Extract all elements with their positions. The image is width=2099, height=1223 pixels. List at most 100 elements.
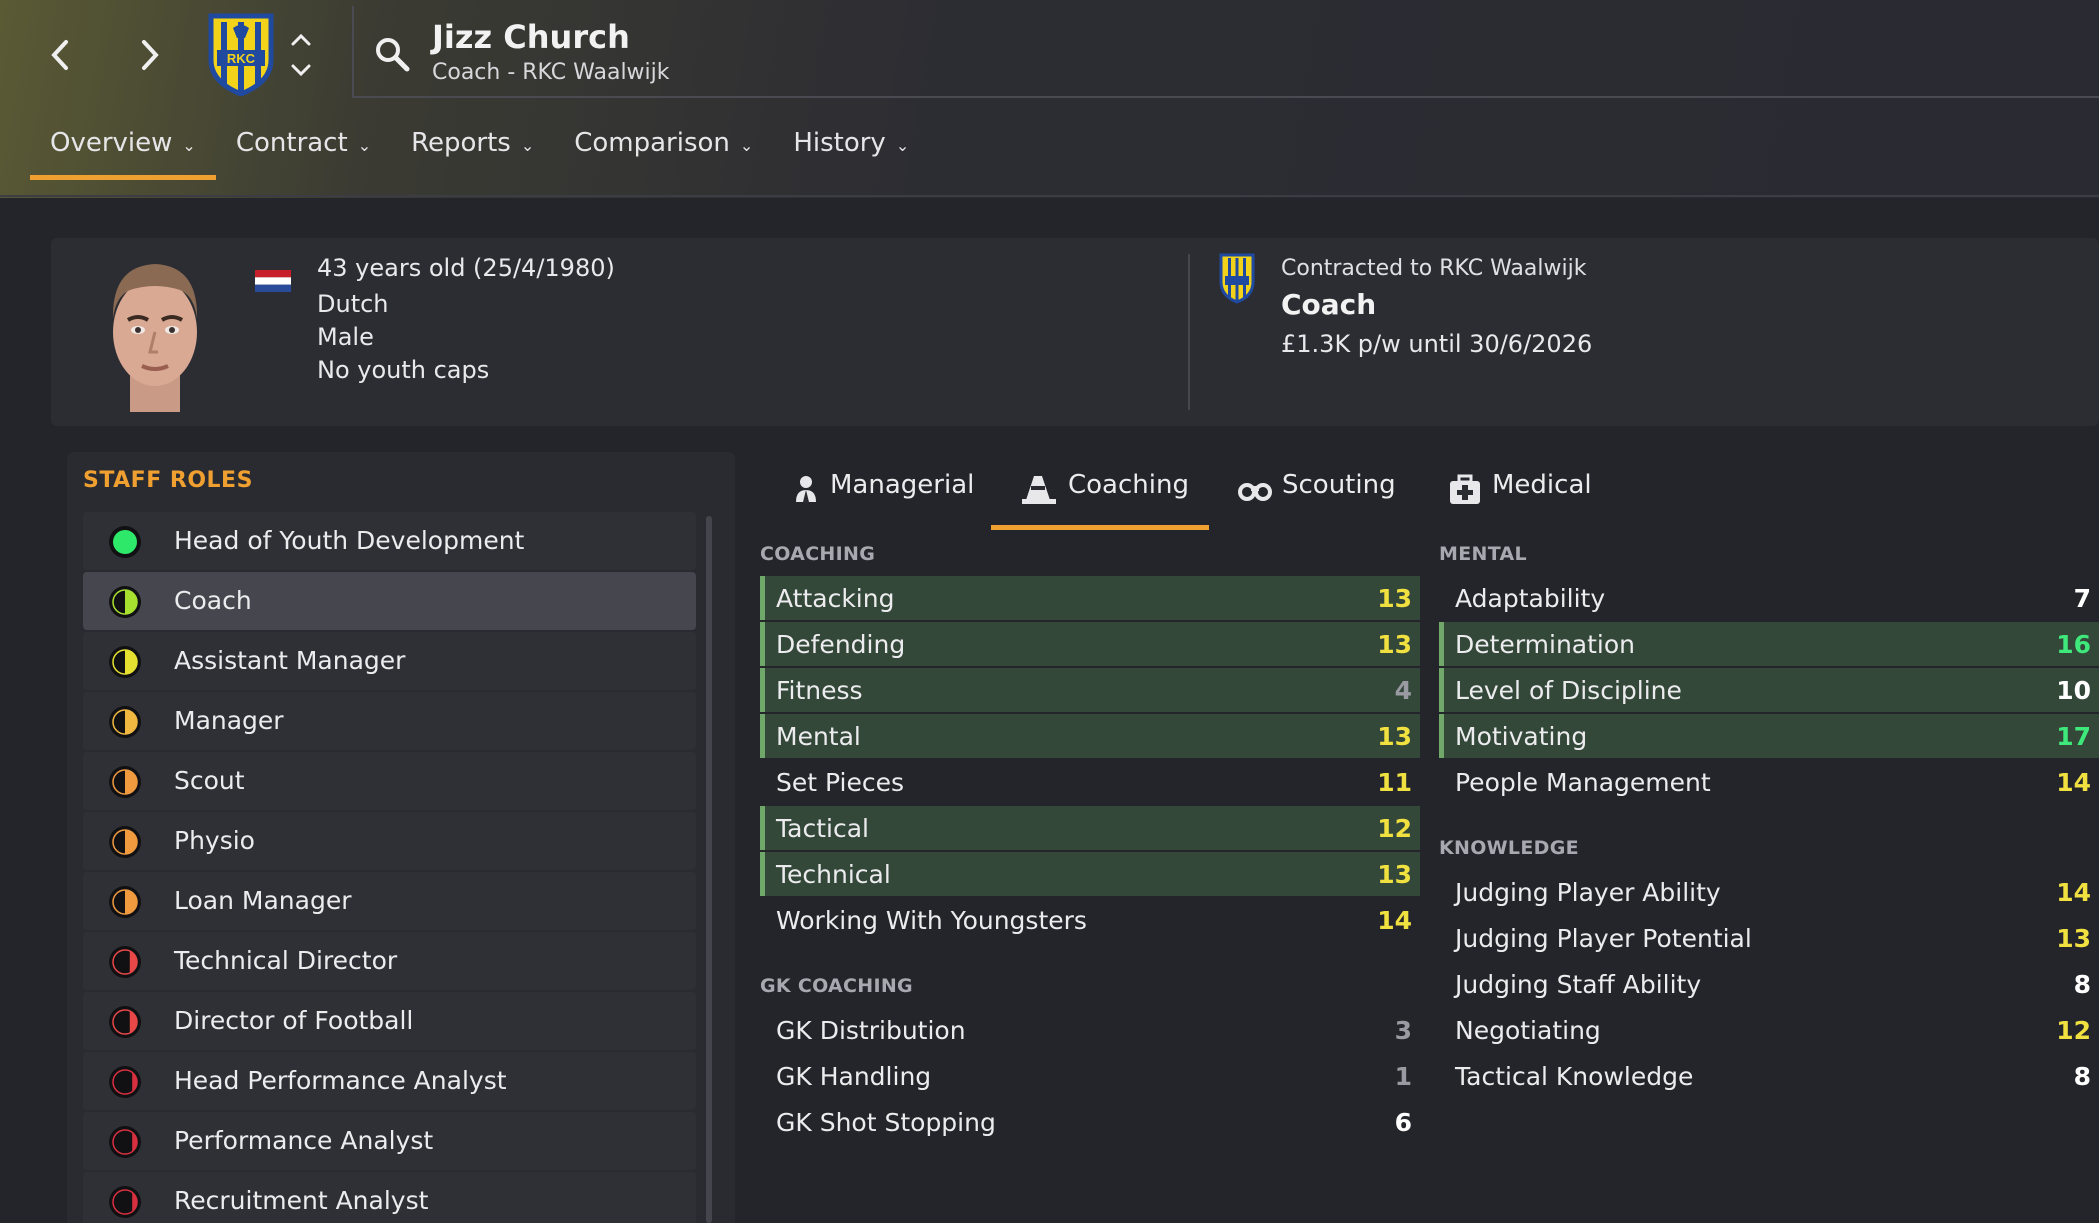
tab-history[interactable]: History ⌄	[773, 128, 929, 182]
attribute-value: 6	[1394, 1108, 1412, 1137]
nationality[interactable]: Dutch	[317, 290, 389, 318]
role-label: Director of Football	[174, 1006, 414, 1035]
attribute-name: Judging Player Ability	[1455, 878, 1721, 907]
attribute-name: Fitness	[776, 676, 863, 705]
attribute-name: Judging Player Potential	[1455, 924, 1752, 953]
attribute-row[interactable]: Judging Player Potential 13	[1439, 916, 2099, 960]
attribute-value: 7	[2073, 584, 2091, 613]
staff-roles-title: STAFF ROLES	[83, 468, 253, 493]
attribute-row[interactable]: Judging Player Ability 14	[1439, 870, 2099, 914]
switch-person-stepper[interactable]	[288, 30, 314, 80]
tab-coaching[interactable]: Coaching	[1022, 470, 1189, 530]
staff-role-row[interactable]: Recruitment Analyst	[83, 1172, 696, 1223]
binoculars-icon	[1238, 483, 1272, 501]
forward-button[interactable]	[130, 32, 170, 78]
attribute-row[interactable]: People Management 14	[1439, 760, 2099, 804]
medical-kit-icon	[1450, 474, 1480, 504]
staff-role-row[interactable]: Technical Director	[83, 932, 696, 990]
tab-managerial[interactable]: Managerial	[792, 470, 974, 530]
person-subtitle: Coach - RKC Waalwijk	[432, 60, 670, 85]
attribute-row[interactable]: Level of Discipline 10	[1439, 668, 2099, 712]
mental-section-title: MENTAL	[1439, 543, 1527, 565]
staff-role-row[interactable]: Head Performance Analyst	[83, 1052, 696, 1110]
role-label: Manager	[174, 706, 284, 735]
attribute-row[interactable]: Technical 13	[760, 852, 1420, 896]
tab-scouting[interactable]: Scouting	[1238, 470, 1396, 530]
person-avatar	[100, 260, 210, 412]
attribute-name: Mental	[776, 722, 861, 751]
attribute-row[interactable]: Adaptability 7	[1439, 576, 2099, 620]
attribute-value: 14	[2056, 768, 2091, 797]
attribute-name: Judging Staff Ability	[1455, 970, 1702, 999]
club-crest[interactable]: RKC	[207, 12, 275, 97]
attribute-row[interactable]: Working With Youngsters 14	[760, 898, 1420, 942]
attribute-name: People Management	[1455, 768, 1711, 797]
contract-club-crest[interactable]	[1218, 252, 1256, 304]
attribute-row[interactable]: Motivating 17	[1439, 714, 2099, 758]
tab-contract[interactable]: Contract ⌄	[216, 128, 391, 182]
attribute-name: Set Pieces	[776, 768, 905, 797]
attribute-value: 3	[1394, 1016, 1412, 1045]
attribute-name: Level of Discipline	[1455, 676, 1682, 705]
attribute-row[interactable]: Negotiating 12	[1439, 1008, 2099, 1052]
attribute-value: 13	[1377, 630, 1412, 659]
role-label: Assistant Manager	[174, 646, 406, 675]
attribute-row[interactable]: Determination 16	[1439, 622, 2099, 666]
attribute-row[interactable]: Set Pieces 11	[760, 760, 1420, 804]
staff-role-row[interactable]: Assistant Manager	[83, 632, 696, 690]
netherlands-flag-icon	[255, 270, 291, 292]
attribute-value: 13	[1377, 722, 1412, 751]
active-tab-indicator	[991, 525, 1209, 530]
tab-reports[interactable]: Reports ⌄	[391, 128, 554, 182]
staff-role-row[interactable]: Loan Manager	[83, 872, 696, 930]
role-suitability-icon	[109, 646, 141, 678]
role-label: Coach	[174, 586, 252, 615]
cone-icon	[1022, 476, 1056, 504]
role-suitability-icon	[109, 586, 141, 618]
role-label: Technical Director	[174, 946, 398, 975]
role-label: Head Performance Analyst	[174, 1066, 507, 1095]
role-label: Head of Youth Development	[174, 526, 525, 555]
gender: Male	[317, 323, 374, 351]
roles-scrollbar[interactable]	[706, 516, 712, 1223]
chevron-left-icon	[51, 40, 68, 70]
staff-role-row[interactable]: Head of Youth Development	[83, 512, 696, 570]
role-suitability-icon	[109, 706, 141, 738]
attribute-row[interactable]: Defending 13	[760, 622, 1420, 666]
attribute-row[interactable]: Fitness 4	[760, 668, 1420, 712]
staff-role-row[interactable]: Physio	[83, 812, 696, 870]
attribute-row[interactable]: Attacking 13	[760, 576, 1420, 620]
contracted-to[interactable]: Contracted to RKC Waalwijk	[1281, 256, 1586, 281]
header-rule	[0, 195, 2099, 197]
chevron-down-icon: ⌄	[182, 136, 196, 155]
tab-medical[interactable]: Medical	[1448, 470, 1592, 530]
staff-role-row[interactable]: Coach	[83, 572, 696, 630]
attribute-row[interactable]: Judging Staff Ability 8	[1439, 962, 2099, 1006]
attribute-row[interactable]: GK Handling 1	[760, 1054, 1420, 1098]
attribute-value: 4	[1394, 676, 1412, 705]
attribute-value: 8	[2073, 1062, 2091, 1091]
attribute-row[interactable]: GK Distribution 3	[760, 1008, 1420, 1052]
staff-role-row[interactable]: Performance Analyst	[83, 1112, 696, 1170]
attribute-value: 14	[2056, 878, 2091, 907]
tab-overview[interactable]: Overview ⌄	[30, 128, 216, 182]
tab-comparison[interactable]: Comparison ⌄	[554, 128, 773, 182]
attribute-name: Attacking	[776, 584, 895, 613]
role-label: Performance Analyst	[174, 1126, 434, 1155]
attribute-row[interactable]: Mental 13	[760, 714, 1420, 758]
attribute-row[interactable]: GK Shot Stopping 6	[760, 1100, 1420, 1144]
attribute-row[interactable]: Tactical Knowledge 8	[1439, 1054, 2099, 1098]
managerial-icon	[796, 476, 816, 504]
role-suitability-icon	[109, 1006, 141, 1038]
youth-caps: No youth caps	[317, 356, 490, 384]
role-label: Loan Manager	[174, 886, 352, 915]
attribute-row[interactable]: Tactical 12	[760, 806, 1420, 850]
staff-role-row[interactable]: Manager	[83, 692, 696, 750]
back-button[interactable]	[40, 32, 80, 78]
chevron-down-icon: ⌄	[739, 136, 754, 155]
staff-role-row[interactable]: Director of Football	[83, 992, 696, 1050]
attribute-value: 13	[1377, 860, 1412, 889]
role-suitability-icon	[109, 886, 141, 918]
staff-role-row[interactable]: Scout	[83, 752, 696, 810]
search-icon[interactable]	[372, 34, 412, 74]
